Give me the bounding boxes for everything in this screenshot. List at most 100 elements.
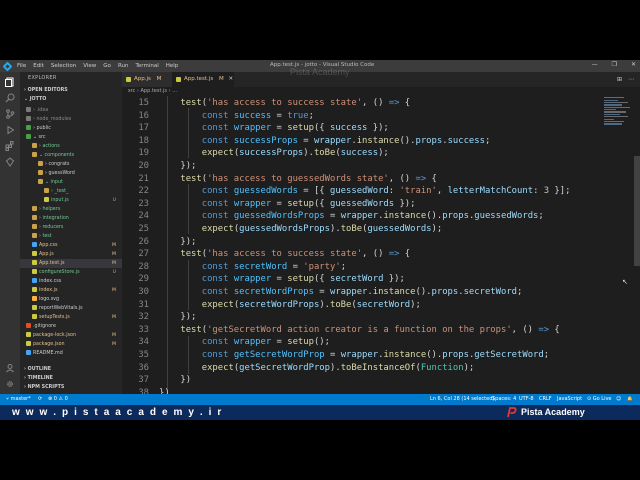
menu-item-terminal[interactable]: Terminal [135, 63, 158, 69]
code-line[interactable]: 35 const getSecretWordProp = wrapper.ins… [122, 349, 602, 362]
extensions-icon[interactable] [4, 140, 16, 152]
settings-gear-icon[interactable] [4, 378, 16, 390]
tree-item[interactable]: App.css M [20, 241, 122, 250]
code-editor[interactable]: 15 test('has access to success state', (… [122, 96, 640, 394]
search-icon[interactable] [4, 92, 16, 104]
code-line[interactable]: 17 const wrapper = setup({ success }); [122, 122, 602, 135]
tree-item[interactable]: › node_modules [20, 115, 122, 124]
tree-item[interactable]: index.css [20, 277, 122, 286]
sync-icon[interactable]: ⟳ [38, 394, 42, 405]
code-line[interactable]: 29 const wrapper = setup({ secretWord })… [122, 273, 602, 286]
code-line[interactable]: 31 expect(secretWordProps).toBe(secretWo… [122, 299, 602, 312]
problems-indicator[interactable]: ⊗ 0 ⚠ 0 [48, 394, 68, 405]
split-editor-icon[interactable]: ⊞ [617, 76, 622, 83]
code-line[interactable]: 34 const wrapper = setup(); [122, 336, 602, 349]
outline-section[interactable]: › OUTLINE [24, 367, 51, 372]
tree-item[interactable]: › test [20, 232, 122, 241]
code-line[interactable]: 23 const wrapper = setup({ guessedWords … [122, 198, 602, 211]
tab-app-test-js[interactable]: App.test.js M ✕ [172, 72, 234, 87]
code-line[interactable]: 20 }); [122, 160, 602, 173]
tree-item[interactable]: App.test.js M [20, 259, 122, 268]
code-line[interactable]: 37 }) [122, 374, 602, 387]
tree-item[interactable]: › congrats [20, 160, 122, 169]
language-mode[interactable]: JavaScript [557, 394, 582, 405]
close-icon[interactable]: ✕ [631, 61, 636, 68]
code-line[interactable]: 21 test('has access to guessedWords stat… [122, 173, 602, 186]
menu-item-view[interactable]: View [83, 63, 96, 69]
editor-scrollbar[interactable] [634, 96, 640, 394]
code-line[interactable]: 15 test('has access to success state', (… [122, 97, 602, 110]
tree-item[interactable]: › integration [20, 214, 122, 223]
tree-item[interactable]: › _test_ [20, 187, 122, 196]
code-line[interactable]: 28 const secretWord = 'party'; [122, 261, 602, 274]
tree-item[interactable]: › reducers [20, 223, 122, 232]
tree-item[interactable]: input.js U [20, 196, 122, 205]
tree-item[interactable]: › public [20, 124, 122, 133]
scrollbar-thumb[interactable] [634, 156, 640, 266]
code-line[interactable]: 19 expect(successProps).toBe(success); [122, 147, 602, 160]
tree-item-label: App.js [39, 252, 54, 257]
timeline-section[interactable]: › TIMELINE [24, 376, 53, 381]
tree-item[interactable]: ⌄ src [20, 133, 122, 142]
code-line[interactable]: 32 }); [122, 311, 602, 324]
tree-item[interactable]: ⌄ components [20, 151, 122, 160]
code-line[interactable]: 30 const secretWordProps = wrapper.insta… [122, 286, 602, 299]
tree-item[interactable]: README.md [20, 349, 122, 358]
tree-item[interactable]: package-lock.json M [20, 331, 122, 340]
indentation[interactable]: Spaces: 4 [492, 394, 516, 405]
code-line[interactable]: 33 test('getSecretWord action creator is… [122, 324, 602, 337]
source-control-icon[interactable] [4, 108, 16, 120]
code-line[interactable]: 36 expect(getSecretWordProp).toBeInstanc… [122, 362, 602, 375]
menu-item-go[interactable]: Go [103, 63, 111, 69]
cursor-position[interactable]: Ln 6, Col 28 (14 selected) [430, 394, 494, 405]
encoding[interactable]: UTF-8 [519, 394, 534, 405]
code-line[interactable]: 18 const successProps = wrapper.instance… [122, 135, 602, 148]
line-number: 31 [138, 299, 149, 310]
git-branch[interactable]: ⑂ master* [6, 394, 31, 405]
tree-item[interactable]: index.js M [20, 286, 122, 295]
code-line[interactable]: 16 const success = true; [122, 110, 602, 123]
feedback-icon[interactable]: ☺ [616, 394, 621, 405]
notifications-bell-icon[interactable]: 🔔 [627, 394, 633, 405]
open-editors-section[interactable]: › OPEN EDITORS [24, 88, 68, 93]
explorer-icon[interactable] [4, 76, 16, 88]
menu-item-selection[interactable]: Selection [51, 63, 76, 69]
npm-scripts-section[interactable]: › NPM SCRIPTS [24, 385, 64, 390]
tree-item[interactable]: ⌄ input [20, 178, 122, 187]
tree-item[interactable]: reportWebVitals.js [20, 304, 122, 313]
tree-item[interactable]: logo.svg [20, 295, 122, 304]
menu-item-run[interactable]: Run [118, 63, 129, 69]
menu-item-file[interactable]: File [17, 63, 26, 69]
tree-item[interactable]: package.json M [20, 340, 122, 349]
code-line[interactable]: 24 const guessedWordsProps = wrapper.ins… [122, 210, 602, 223]
tree-item[interactable]: › helpers [20, 205, 122, 214]
project-root[interactable]: ⌄ JOTTO [24, 97, 46, 102]
testing-icon[interactable] [4, 156, 16, 168]
tree-item[interactable]: configureStore.js U [20, 268, 122, 277]
minimize-icon[interactable]: — [592, 61, 598, 68]
code-line[interactable]: 25 expect(guessedWordsProps).toBe(guesse… [122, 223, 602, 236]
code-line[interactable]: 38}) [122, 387, 602, 394]
account-icon[interactable] [4, 362, 16, 374]
tree-item[interactable]: › guessWord [20, 169, 122, 178]
maximize-icon[interactable]: ❐ [612, 61, 617, 68]
tree-item[interactable]: App.js M [20, 250, 122, 259]
tab-app-js[interactable]: App.js M [122, 72, 172, 87]
tree-item[interactable]: › .idea [20, 106, 122, 115]
tab-close-icon[interactable]: ✕ [228, 76, 233, 82]
line-number: 23 [138, 198, 149, 209]
tree-item[interactable]: › actions [20, 142, 122, 151]
menu-item-help[interactable]: Help [166, 63, 179, 69]
tree-item[interactable]: .gitignore [20, 322, 122, 331]
menu-item-edit[interactable]: Edit [33, 63, 44, 69]
run-debug-icon[interactable] [4, 124, 16, 136]
go-live-button[interactable]: ⊙ Go Live [587, 394, 612, 405]
code-line[interactable]: 27 test('has access to success state', (… [122, 248, 602, 261]
minimap[interactable] [602, 96, 634, 138]
breadcrumb[interactable]: src › App.test.js › ... [122, 87, 640, 96]
line-ending[interactable]: CRLF [539, 394, 552, 405]
code-line[interactable]: 26 }); [122, 236, 602, 249]
code-line[interactable]: 22 const guessedWords = [{ guessedWord: … [122, 185, 602, 198]
tree-item[interactable]: setupTests.js M [20, 313, 122, 322]
more-actions-icon[interactable]: ⋯ [628, 76, 634, 83]
